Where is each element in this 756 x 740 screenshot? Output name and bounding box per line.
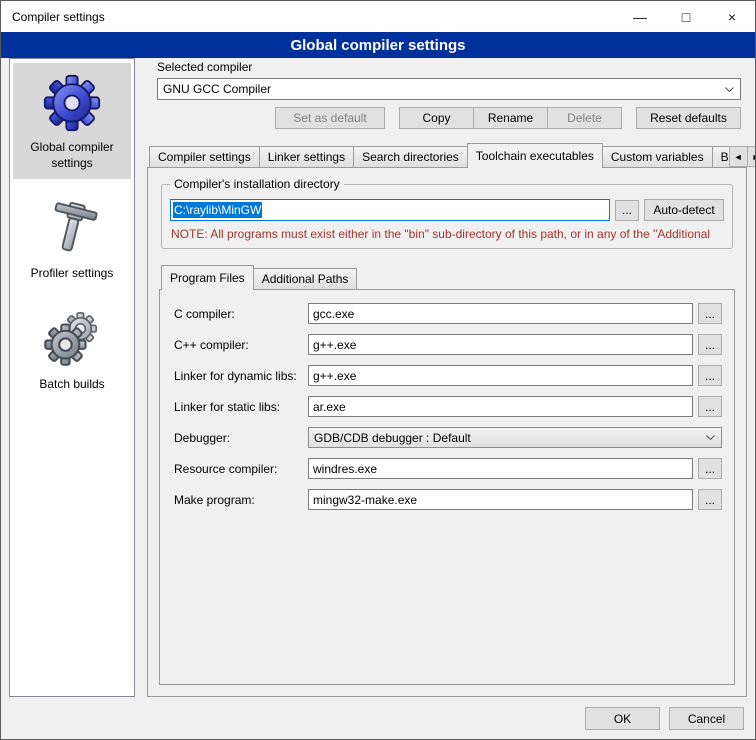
- cpp-compiler-label: C++ compiler:: [174, 338, 308, 352]
- debugger-label: Debugger:: [174, 431, 308, 445]
- compiler-settings-window: Compiler settings — □ × Global compiler …: [0, 0, 756, 740]
- selected-compiler-value: GNU GCC Compiler: [163, 82, 722, 96]
- resource-compiler-label: Resource compiler:: [174, 462, 308, 476]
- tab-custom-variables[interactable]: Custom variables: [602, 146, 713, 167]
- tab-build-options-truncated[interactable]: Buil: [712, 146, 730, 167]
- toolchain-executables-panel: Compiler's installation directory C:\ray…: [147, 167, 747, 697]
- make-program-browse-button[interactable]: ...: [698, 489, 722, 510]
- make-program-label: Make program:: [174, 493, 308, 507]
- programs-tab-strip: Program Files Additional Paths: [159, 265, 735, 289]
- set-as-default-button: Set as default: [275, 107, 385, 129]
- autodetect-button[interactable]: Auto-detect: [644, 199, 724, 221]
- main-content: Selected compiler GNU GCC Compiler Set a…: [147, 58, 747, 697]
- resource-compiler-browse-button[interactable]: ...: [698, 458, 722, 479]
- static-linker-browse-button[interactable]: ...: [698, 396, 722, 417]
- resource-compiler-input[interactable]: [308, 458, 693, 479]
- blue-gear-icon: [42, 71, 102, 133]
- minimize-icon[interactable]: —: [617, 1, 663, 32]
- bin-subdirectory-note: NOTE: All programs must exist either in …: [171, 227, 724, 241]
- window-controls: — □ ×: [617, 1, 755, 32]
- close-icon[interactable]: ×: [709, 1, 755, 32]
- c-compiler-label: C compiler:: [174, 307, 308, 321]
- debugger-value: GDB/CDB debugger : Default: [314, 431, 703, 445]
- program-files-panel: C compiler: ... C++ compiler: ...: [159, 289, 735, 685]
- selected-compiler-select[interactable]: GNU GCC Compiler: [157, 78, 741, 100]
- dialog-body: Global compiler settings Profiler settin…: [9, 58, 747, 697]
- resource-compiler-row: Resource compiler: ...: [174, 458, 722, 479]
- dialog-banner-title: Global compiler settings: [1, 32, 755, 58]
- rename-button[interactable]: Rename: [473, 107, 548, 129]
- install-dir-selected-text: C:\raylib\MinGW: [173, 202, 262, 218]
- delete-button: Delete: [547, 107, 622, 129]
- copy-button[interactable]: Copy: [399, 107, 474, 129]
- ok-button[interactable]: OK: [585, 707, 660, 730]
- sidebar-item-batch-builds[interactable]: Batch builds: [13, 300, 131, 401]
- sidebar-item-global-compiler-settings[interactable]: Global compiler settings: [13, 63, 131, 179]
- c-compiler-browse-button[interactable]: ...: [698, 303, 722, 324]
- dynamic-linker-browse-button[interactable]: ...: [698, 365, 722, 386]
- selected-compiler-label: Selected compiler: [157, 60, 747, 74]
- dynamic-linker-label: Linker for dynamic libs:: [174, 369, 308, 383]
- sidebar-item-label: Batch builds: [39, 377, 104, 393]
- gear-stack-icon: [42, 308, 102, 370]
- tab-compiler-settings[interactable]: Compiler settings: [149, 146, 260, 167]
- static-linker-input[interactable]: [308, 396, 693, 417]
- tab-toolchain-executables[interactable]: Toolchain executables: [467, 143, 603, 168]
- cpp-compiler-row: C++ compiler: ...: [174, 334, 722, 355]
- install-dir-browse-button[interactable]: ...: [615, 200, 639, 221]
- installation-directory-groupbox: Compiler's installation directory C:\ray…: [161, 184, 733, 249]
- dynamic-linker-input[interactable]: [308, 365, 693, 386]
- window-title: Compiler settings: [12, 10, 105, 24]
- profiler-tool-icon: [42, 197, 102, 259]
- make-program-row: Make program: ...: [174, 489, 722, 510]
- tab-scroll-buttons: ◄ ►: [729, 146, 756, 167]
- dialog-footer: OK Cancel: [585, 707, 744, 730]
- installation-directory-row: C:\raylib\MinGW ... Auto-detect: [170, 199, 724, 221]
- tab-additional-paths[interactable]: Additional Paths: [253, 268, 358, 289]
- settings-category-sidebar: Global compiler settings Profiler settin…: [9, 58, 135, 697]
- cpp-compiler-input[interactable]: [308, 334, 693, 355]
- debugger-select[interactable]: GDB/CDB debugger : Default: [308, 427, 722, 448]
- c-compiler-row: C compiler: ...: [174, 303, 722, 324]
- titlebar[interactable]: Compiler settings — □ ×: [1, 1, 755, 32]
- tab-search-directories[interactable]: Search directories: [353, 146, 468, 167]
- compiler-action-buttons: Set as default Copy Rename Delete Reset …: [157, 107, 741, 129]
- reset-defaults-button[interactable]: Reset defaults: [636, 107, 741, 129]
- static-linker-row: Linker for static libs: ...: [174, 396, 722, 417]
- dynamic-linker-row: Linker for dynamic libs: ...: [174, 365, 722, 386]
- install-dir-input[interactable]: C:\raylib\MinGW: [170, 199, 610, 221]
- sidebar-item-label: Profiler settings: [31, 266, 114, 282]
- tab-scroll-right-icon[interactable]: ►: [747, 146, 756, 167]
- settings-tab-strip: Compiler settings Linker settings Search…: [147, 143, 747, 167]
- chevron-down-icon: [722, 87, 737, 92]
- make-program-input[interactable]: [308, 489, 693, 510]
- sidebar-item-label: Global compiler settings: [15, 140, 129, 171]
- static-linker-label: Linker for static libs:: [174, 400, 308, 414]
- cpp-compiler-browse-button[interactable]: ...: [698, 334, 722, 355]
- debugger-row: Debugger: GDB/CDB debugger : Default: [174, 427, 722, 448]
- tab-scroll-left-icon[interactable]: ◄: [729, 146, 748, 167]
- installation-directory-label: Compiler's installation directory: [170, 177, 344, 191]
- maximize-icon[interactable]: □: [663, 1, 709, 32]
- sidebar-item-profiler-settings[interactable]: Profiler settings: [13, 189, 131, 290]
- tab-program-files[interactable]: Program Files: [161, 265, 254, 290]
- cancel-button[interactable]: Cancel: [669, 707, 744, 730]
- tab-linker-settings[interactable]: Linker settings: [259, 146, 354, 167]
- c-compiler-input[interactable]: [308, 303, 693, 324]
- chevron-down-icon: [703, 435, 718, 440]
